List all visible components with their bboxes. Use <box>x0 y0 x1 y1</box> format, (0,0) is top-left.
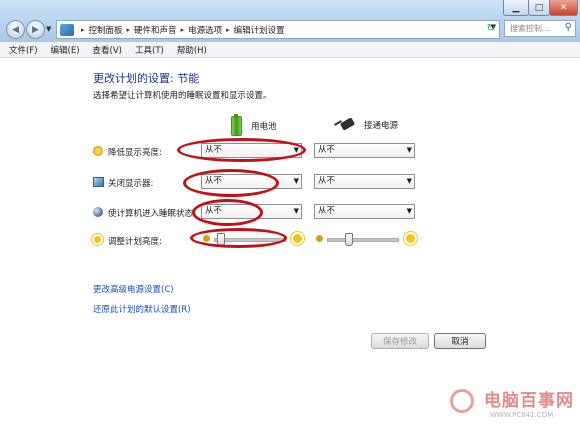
menu-bar: 文件(F) 编辑(E) 查看(V) 工具(T) 帮助(H) <box>0 42 580 58</box>
chevron-down-icon: ▼ <box>293 207 299 215</box>
turn-off-display-ac-select[interactable]: 从不 ▼ <box>314 174 415 189</box>
ac-brightness-slider[interactable] <box>327 238 399 242</box>
breadcrumb-edit-plan[interactable]: 编辑计划设置 <box>234 24 285 36</box>
back-button[interactable]: ◀ <box>6 20 25 39</box>
refresh-icon: ↻ <box>486 23 496 34</box>
forward-button[interactable]: ▶ <box>26 20 45 39</box>
advanced-settings-link[interactable]: 更改高级电源设置(C) <box>93 283 174 295</box>
chevron-down-icon: ▼ <box>406 207 412 215</box>
setting-label: 使计算机进入睡眠状态: <box>108 209 196 219</box>
save-button[interactable]: 保存修改 <box>371 333 429 349</box>
back-arrow-icon: ◀ <box>12 24 19 35</box>
content-area: 更改计划的设置: 节能 选择希望让计算机使用的睡眠设置和显示设置。 用电池 接通… <box>0 58 580 426</box>
dim-sun-icon <box>203 235 210 242</box>
setting-label: 调整计划亮度: <box>108 237 162 247</box>
restore-defaults-link[interactable]: 还原此计划的默认设置(R) <box>93 303 191 315</box>
sleep-battery-select[interactable]: 从不 ▼ <box>201 204 302 219</box>
forward-arrow-icon: ▶ <box>32 24 39 35</box>
setting-label: 降低显示亮度: <box>108 148 162 158</box>
battery-icon <box>231 114 242 136</box>
setting-row-turn-off-display: 关闭显示器: 从不 ▼ 从不 ▼ <box>0 173 580 193</box>
page-title: 更改计划的设置: 节能 <box>93 72 200 85</box>
chevron-down-icon: ▼ <box>293 146 299 154</box>
menu-edit[interactable]: 编辑(E) <box>51 44 80 56</box>
close-button[interactable]: ✕ <box>549 0 578 16</box>
setting-label: 关闭显示器: <box>108 179 154 189</box>
sleep-ac-select[interactable]: 从不 ▼ <box>314 204 415 219</box>
title-bar: ▁ □ ✕ ◀ ▶ ▼ ▸ 控制面板 ▸ 硬件和声音 ▸ 电源选项 ▸ 编辑计划… <box>0 0 580 42</box>
minimize-button[interactable]: ▁ <box>503 0 529 16</box>
column-header-ac: 接通电源 <box>334 119 398 131</box>
menu-view[interactable]: 查看(V) <box>93 44 122 56</box>
watermark: 电脑百事网 WWW.PC841.COM <box>450 387 576 423</box>
dim-brightness-icon <box>93 146 103 156</box>
history-dropdown-icon[interactable]: ▼ <box>46 25 51 33</box>
search-icon: ⚲ <box>564 22 572 33</box>
menu-tools[interactable]: 工具(T) <box>135 44 164 56</box>
menu-help[interactable]: 帮助(H) <box>177 44 207 56</box>
setting-row-sleep: 使计算机进入睡眠状态: 从不 ▼ 从不 ▼ <box>0 203 580 223</box>
brightness-sun-icon <box>94 236 101 243</box>
refresh-button[interactable]: ↻ <box>483 20 499 37</box>
menu-file[interactable]: 文件(F) <box>9 44 38 56</box>
ac-brightness-thumb[interactable] <box>345 233 353 246</box>
dim-sun-icon <box>316 235 323 242</box>
breadcrumb-power-options[interactable]: 电源选项 <box>188 24 222 36</box>
monitor-icon <box>93 177 104 187</box>
power-plug-icon <box>334 119 356 131</box>
cancel-button[interactable]: 取消 <box>434 333 486 349</box>
address-bar[interactable]: ▸ 控制面板 ▸ 硬件和声音 ▸ 电源选项 ▸ 编辑计划设置 ▼ <box>56 20 500 39</box>
search-input[interactable]: 搜索控制... ⚲ <box>504 20 576 37</box>
control-panel-icon <box>60 23 74 36</box>
setting-row-dim-display: 降低显示亮度: 从不 ▼ 从不 ▼ <box>0 142 580 162</box>
sleep-moon-icon <box>93 207 103 217</box>
column-header-battery: 用电池 <box>231 114 277 136</box>
chevron-down-icon: ▼ <box>406 177 412 185</box>
maximize-button[interactable]: □ <box>528 0 550 16</box>
battery-brightness-slider[interactable] <box>214 238 286 242</box>
page-subtitle: 选择希望让计算机使用的睡眠设置和显示设置。 <box>93 91 272 101</box>
breadcrumb-hardware-sound[interactable]: 硬件和声音 <box>134 24 177 36</box>
chevron-down-icon: ▼ <box>406 146 412 154</box>
dim-display-battery-select[interactable]: 从不 ▼ <box>201 143 302 158</box>
bright-sun-icon <box>406 234 415 243</box>
chevron-down-icon: ▼ <box>293 177 299 185</box>
brand-logo-icon <box>450 389 474 413</box>
bright-sun-icon <box>293 234 302 243</box>
dim-display-ac-select[interactable]: 从不 ▼ <box>314 143 415 158</box>
setting-row-brightness: 调整计划亮度: <box>0 231 580 251</box>
battery-brightness-thumb[interactable] <box>216 233 225 246</box>
turn-off-display-battery-select[interactable]: 从不 ▼ <box>201 174 302 189</box>
breadcrumb-control-panel[interactable]: 控制面板 <box>89 24 123 36</box>
watermark-brand: 电脑百事网 <box>484 391 574 411</box>
watermark-url: WWW.PC841.COM <box>490 411 554 419</box>
